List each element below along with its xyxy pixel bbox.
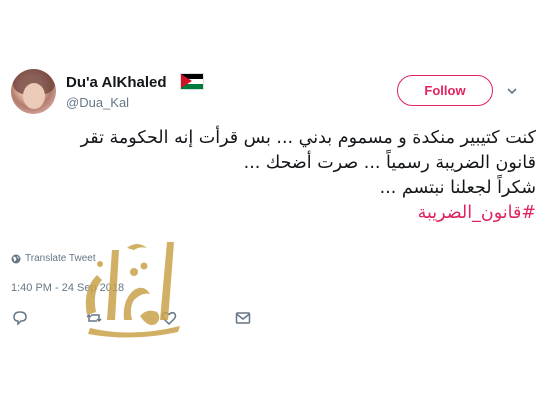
tweet-line: شكراً لجعلنا نبتسم ... — [379, 178, 536, 198]
globe-icon — [11, 254, 21, 263]
tweet-line: قانون الضريبة رسمياً ... صرت أضحك ... — [243, 153, 536, 173]
jordan-flag-icon — [180, 73, 204, 90]
display-name[interactable]: Du'a AlKhaled — [66, 74, 167, 91]
message-icon[interactable] — [234, 309, 252, 327]
tweet-line: كنت كتيبير منكدة و مسموم بدني ... بس قرأ… — [80, 128, 536, 148]
tweet-card: Du'a AlKhaled @Dua_Kal Follow كنت كتيبير… — [0, 0, 550, 400]
reply-icon[interactable] — [11, 309, 29, 327]
tweet-timestamp[interactable]: 1:40 PM - 24 Sep 2018 — [11, 282, 124, 294]
tweet-text: كنت كتيبير منكدة و مسموم بدني ... بس قرأ… — [16, 126, 536, 226]
avatar-face — [23, 83, 45, 109]
retweet-icon[interactable] — [85, 309, 103, 327]
hashtag-link[interactable]: #قانون_الضريبة — [16, 201, 536, 226]
chevron-down-icon[interactable] — [506, 86, 518, 96]
like-icon[interactable] — [160, 309, 178, 327]
user-handle[interactable]: @Dua_Kal — [66, 95, 129, 110]
follow-button[interactable]: Follow — [397, 75, 493, 106]
avatar[interactable] — [11, 69, 56, 114]
translate-tweet-link[interactable]: Translate Tweet — [11, 253, 96, 264]
translate-label: Translate Tweet — [25, 253, 96, 264]
